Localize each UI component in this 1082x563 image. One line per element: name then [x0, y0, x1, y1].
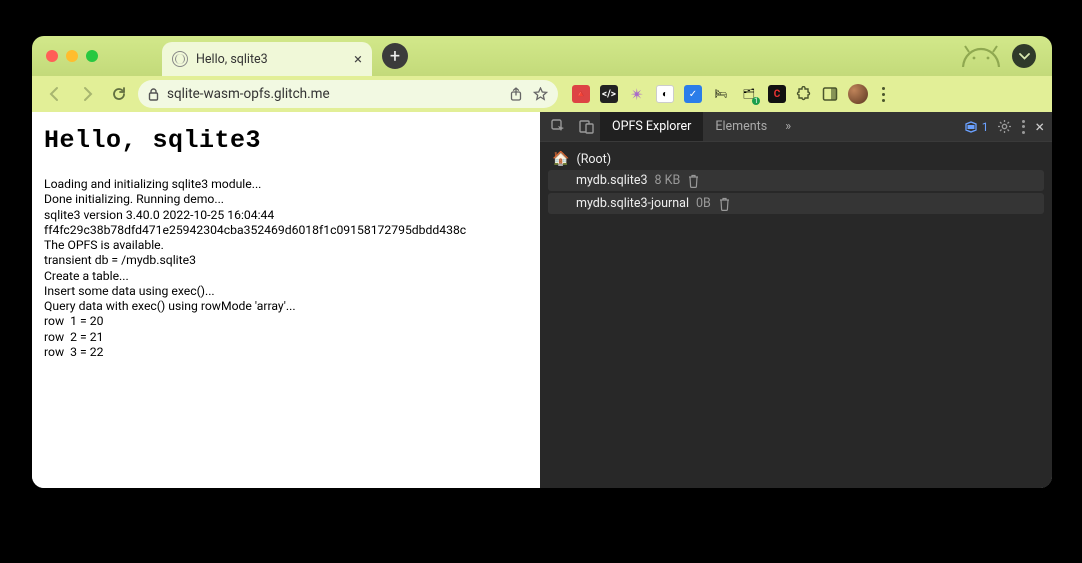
android-icon	[958, 45, 1004, 67]
new-tab-button[interactable]: +	[382, 43, 408, 69]
extension-icon[interactable]: C	[768, 85, 786, 103]
devtools-tabstrip: OPFS Explorer Elements » 1 ×	[540, 112, 1052, 142]
devtools-tabs-overflow[interactable]: »	[779, 112, 797, 141]
home-icon: 🏠	[552, 151, 569, 167]
tab-title: Hello, sqlite3	[196, 52, 346, 67]
fs-file-name: mydb.sqlite3	[576, 173, 648, 188]
share-icon[interactable]	[509, 87, 523, 101]
sidepanel-icon[interactable]	[822, 86, 838, 102]
fs-file-row[interactable]: mydb.sqlite3-journal 0B	[548, 193, 1044, 214]
window-minimize-button[interactable]	[66, 50, 78, 62]
extension-icon[interactable]: 🛏	[712, 85, 730, 103]
extensions-puzzle-icon[interactable]	[796, 86, 812, 102]
account-dropdown-button[interactable]	[1012, 44, 1036, 68]
extension-icon[interactable]: 🗂1	[740, 85, 758, 103]
console-output: Loading and initializing sqlite3 module.…	[44, 177, 530, 360]
devtools-tab-label: Elements	[715, 119, 767, 134]
nav-back-button[interactable]	[42, 81, 68, 107]
lock-icon	[148, 88, 159, 101]
extension-icon[interactable]: ✓	[684, 85, 702, 103]
device-toggle-icon[interactable]	[572, 112, 600, 141]
nav-forward-button[interactable]	[74, 81, 100, 107]
opfs-explorer-body: 🏠 (Root) mydb.sqlite3 8 KB mydb.sqlite3-…	[540, 142, 1052, 488]
devtools-close-button[interactable]: ×	[1035, 117, 1044, 136]
fs-file-size: 0B	[696, 196, 711, 211]
content-area: Hello, sqlite3 Loading and initializing …	[32, 112, 1052, 488]
extension-icon[interactable]: ◐	[656, 85, 674, 103]
devtools-settings-icon[interactable]	[997, 119, 1012, 134]
devtools-tab-elements[interactable]: Elements	[703, 112, 779, 141]
delete-file-icon[interactable]	[718, 197, 731, 211]
page-heading: Hello, sqlite3	[44, 126, 530, 155]
window-controls	[46, 50, 98, 62]
address-url: sqlite-wasm-opfs.glitch.me	[167, 86, 330, 102]
page-content: Hello, sqlite3 Loading and initializing …	[32, 112, 540, 488]
fs-file-size: 8 KB	[655, 173, 681, 188]
fs-file-row[interactable]: mydb.sqlite3 8 KB	[548, 170, 1044, 191]
tab-close-button[interactable]: ×	[354, 50, 362, 68]
devtools-tab-label: OPFS Explorer	[612, 119, 691, 134]
fs-file-name: mydb.sqlite3-journal	[576, 196, 689, 211]
extension-icon[interactable]: 🔺	[572, 85, 590, 103]
extension-icon[interactable]: </>	[600, 85, 618, 103]
fs-root-row[interactable]: 🏠 (Root)	[548, 148, 1044, 170]
window-close-button[interactable]	[46, 50, 58, 62]
browser-menu-button[interactable]	[878, 87, 889, 102]
devtools-tab-opfs-explorer[interactable]: OPFS Explorer	[600, 112, 703, 141]
extension-icon[interactable]: ✴	[628, 85, 646, 103]
browser-window: Hello, sqlite3 × +	[32, 36, 1052, 488]
bookmark-star-icon[interactable]	[533, 87, 548, 102]
profile-avatar[interactable]	[848, 84, 868, 104]
globe-icon	[172, 51, 188, 67]
browser-tab-active[interactable]: Hello, sqlite3 ×	[162, 42, 372, 76]
window-maximize-button[interactable]	[86, 50, 98, 62]
reload-button[interactable]	[106, 81, 132, 107]
address-bar[interactable]: sqlite-wasm-opfs.glitch.me	[138, 80, 558, 108]
devtools-menu-button[interactable]	[1018, 120, 1029, 134]
fs-root-label: (Root)	[576, 152, 611, 167]
devtools-issues-badge[interactable]: 1	[961, 119, 992, 135]
browser-toolbar: sqlite-wasm-opfs.glitch.me 🔺 </> ✴ ◐ ✓ 🛏…	[32, 76, 1052, 112]
tab-strip: Hello, sqlite3 × +	[32, 36, 1052, 76]
inspect-element-icon[interactable]	[544, 112, 572, 141]
extension-icons: 🔺 </> ✴ ◐ ✓ 🛏 🗂1 C	[572, 84, 889, 104]
devtools-panel: OPFS Explorer Elements » 1 × 🏠 (Root)	[540, 112, 1052, 488]
delete-file-icon[interactable]	[687, 174, 700, 188]
